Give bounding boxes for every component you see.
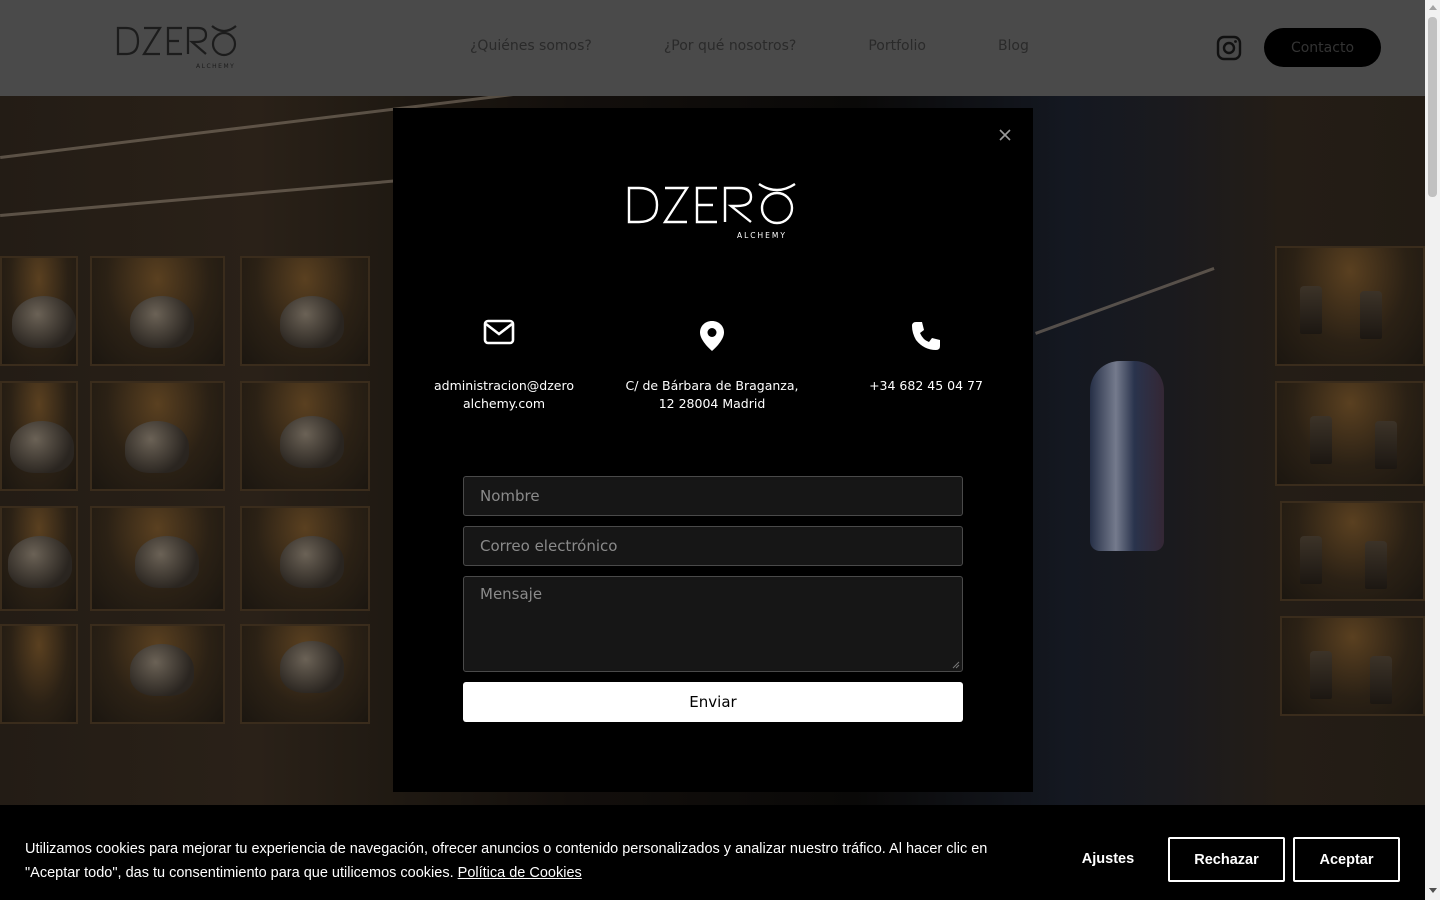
scroll-down-icon[interactable] [1429, 888, 1437, 893]
ceiling-light-line [1035, 267, 1215, 335]
contact-address: C/ de Bárbara de Braganza, 12 28004 Madr… [625, 378, 799, 411]
contact-button[interactable]: Contacto [1264, 28, 1381, 67]
racing-suit [1090, 361, 1164, 551]
cookie-policy-link[interactable]: Política de Cookies [458, 865, 582, 881]
resize-handle-icon[interactable] [952, 661, 960, 669]
cookie-accept-button[interactable]: Aceptar [1293, 837, 1400, 882]
shelf-cell [1275, 381, 1425, 486]
contact-modal: ALCHEMY administracion@dzero alchemy.com… [393, 108, 1033, 792]
cookie-message: Utilizamos cookies para mejorar tu exper… [25, 837, 1035, 885]
helmet-display [8, 536, 72, 588]
helmet-display [280, 536, 344, 588]
phone-icon [912, 322, 940, 350]
helmet-display [125, 421, 189, 473]
helmet-display [10, 421, 74, 473]
trophy [1375, 421, 1397, 469]
message-placeholder: Mensaje [480, 585, 543, 603]
svg-text:ALCHEMY: ALCHEMY [196, 63, 235, 70]
helmet-display [12, 296, 76, 348]
nav-blog[interactable]: Blog [998, 38, 1029, 54]
trophy [1310, 416, 1332, 464]
dzero-alchemy-logo: ALCHEMY [627, 182, 796, 240]
ceiling-light-line [0, 176, 429, 217]
shelf-cell [0, 624, 78, 724]
contact-phone[interactable]: +34 682 45 04 77 [836, 377, 1016, 395]
scrollbar-thumb[interactable] [1428, 17, 1437, 197]
trophy [1300, 536, 1322, 584]
nav-quienes-somos[interactable]: ¿Quiénes somos? [470, 38, 592, 54]
site-header: ALCHEMY ¿Quiénes somos? ¿Por qué nosotro… [0, 0, 1425, 96]
helmet-display [280, 641, 344, 693]
name-field[interactable]: Nombre [463, 476, 963, 516]
cookie-banner: Utilizamos cookies para mejorar tu exper… [0, 805, 1425, 900]
shelf-cell [1280, 616, 1425, 716]
trophy [1360, 291, 1382, 339]
email-field[interactable]: Correo electrónico [463, 526, 963, 566]
trophy [1365, 541, 1387, 589]
helmet-display [280, 416, 344, 468]
helmet-display [130, 296, 194, 348]
shelf-cell [1275, 246, 1425, 366]
page-scrollbar[interactable] [1425, 0, 1440, 900]
contact-email[interactable]: administracion@dzero alchemy.com [414, 377, 594, 413]
send-button[interactable]: Enviar [463, 682, 963, 722]
trophy [1300, 286, 1322, 334]
map-pin-icon [700, 321, 724, 351]
message-field[interactable]: Mensaje [463, 576, 963, 672]
nav-por-que-nosotros[interactable]: ¿Por qué nosotros? [664, 38, 797, 54]
helmet-display [130, 644, 194, 696]
helmet-display [135, 536, 199, 588]
scroll-up-icon[interactable] [1429, 5, 1437, 10]
trophy [1370, 656, 1392, 704]
nav-portfolio[interactable]: Portfolio [868, 38, 926, 54]
helmet-display [280, 296, 344, 348]
close-icon[interactable] [998, 128, 1012, 142]
envelope-icon [483, 319, 515, 345]
main-nav: ¿Quiénes somos? ¿Por qué nosotros? Portf… [470, 38, 1101, 54]
cookie-reject-button[interactable]: Rechazar [1168, 837, 1285, 882]
trophy [1310, 651, 1332, 699]
instagram-icon[interactable] [1216, 35, 1242, 61]
cookie-settings-button[interactable]: Ajustes [1072, 837, 1144, 881]
dzero-alchemy-logo[interactable]: ALCHEMY [116, 22, 240, 70]
svg-text:ALCHEMY: ALCHEMY [737, 231, 787, 240]
